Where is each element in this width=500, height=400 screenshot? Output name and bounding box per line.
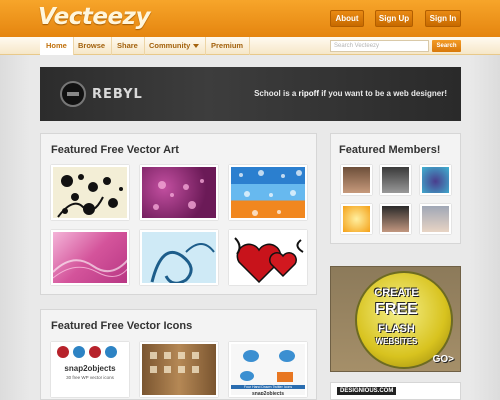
ad-line-1: CREATE [374,287,419,299]
featured-vector-icons-panel: Featured Free Vector Icons snap2objects … [40,309,317,400]
swirl-icon [153,179,204,210]
nav-community-label: Community [149,41,191,50]
vector-icons-thumb-twitter[interactable]: Four Hand Drawn Twitter Icons snap2objec… [229,342,307,397]
snap2objects-caption: snap2objects [64,364,116,373]
member-avatar[interactable] [341,165,372,195]
designious-label: DESIGNIOUS.COM [337,387,397,395]
site-logo[interactable]: Vecteezy [38,4,150,30]
vector-art-thumb-hearts[interactable] [229,230,307,285]
ad-go-link[interactable]: GO> [433,354,454,365]
rebyl-logo-icon [60,81,86,107]
paisley-icon [150,243,215,283]
member-avatar[interactable] [420,204,451,234]
sign-up-button[interactable]: Sign Up [375,10,413,27]
heart-icon [234,237,304,283]
snowflake-icon [239,170,302,216]
vector-art-thumb-purple-swirl[interactable] [140,165,218,220]
featured-vector-art-title: Featured Free Vector Art [51,144,179,156]
vector-art-thumb-floral[interactable] [51,165,129,220]
chevron-down-icon [193,44,200,49]
search-button[interactable]: Search [432,40,461,52]
member-avatar[interactable] [420,165,451,195]
featured-vector-art-panel: Featured Free Vector Art [40,133,317,295]
search-input[interactable]: Search Vecteezy [330,40,429,52]
ad-line-3: FLASH [378,323,415,335]
page-shadow-left [0,55,30,400]
floral-silhouette-icon [57,174,123,218]
ad-line-2: FREE [375,301,418,318]
ad-banner[interactable]: REBYL School is a ripoff if you want to … [40,67,461,121]
vector-icons-thumb-wp[interactable]: snap2objects 30 free WP vector icons [51,342,129,397]
designious-ad[interactable]: DESIGNIOUS.COM [330,382,461,400]
featured-members-panel: Featured Members! [330,133,461,244]
vector-art-thumb-pink-waves[interactable] [51,230,129,285]
top-header: Vecteezy About Sign Up Sign In [0,0,500,37]
vector-icons-thumb-wood[interactable] [140,342,218,397]
ad-line-4: WEBSITES [375,337,418,346]
page-shadow-right [470,55,500,400]
vector-art-thumb-banners[interactable] [229,165,307,220]
nav-community[interactable]: Community [143,37,207,55]
nav-share[interactable]: Share [111,37,145,55]
member-avatar[interactable] [341,204,372,234]
sign-in-button[interactable]: Sign In [425,10,461,27]
twitter-icons-caption: Four Hand Drawn Twitter Icons [231,385,305,389]
member-avatar[interactable] [380,204,411,234]
wood-icons-icon [150,352,199,373]
banner-brand: REBYL [92,87,143,102]
nav-browse[interactable]: Browse [72,37,113,55]
member-avatar[interactable] [380,165,411,195]
create-flash-websites-ad[interactable]: CREATE FREE FLASH WEBSITES GO> [330,266,461,372]
twitter-bird-icon [240,350,295,382]
featured-members-title: Featured Members! [339,144,441,156]
featured-vector-icons-title: Featured Free Vector Icons [51,320,193,332]
wave-icon [53,259,127,279]
nav-premium[interactable]: Premium [205,37,251,55]
banner-text: School is a ripoff if you want to be a w… [254,89,447,98]
about-button[interactable]: About [330,10,364,27]
twitter-icons-brand: snap2objects [252,391,284,397]
wp-icons-subtitle: 30 free WP vector icons [66,375,114,380]
vector-art-thumb-paisley[interactable] [140,230,218,285]
nav-home[interactable]: Home [40,37,74,55]
